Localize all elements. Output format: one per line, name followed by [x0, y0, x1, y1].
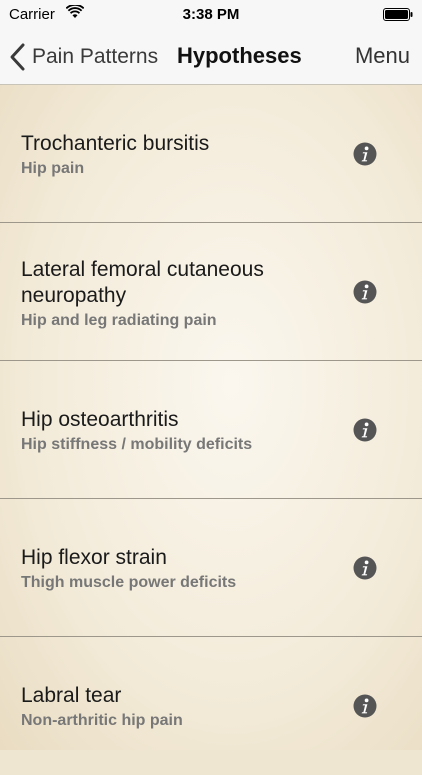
info-icon[interactable] [353, 694, 377, 718]
status-bar: Carrier 3:38 PM [0, 0, 422, 30]
list-item-title: Labral tear [21, 684, 122, 707]
list-item-subtitle: Hip pain [21, 160, 85, 177]
list-item-title: Trochanteric bursitis [21, 132, 210, 155]
back-button[interactable]: Pain Patterns [8, 40, 158, 74]
chevron-left-icon [10, 43, 25, 71]
list-item-subtitle: Hip and leg radiating pain [21, 312, 217, 329]
list-item-title: Hip flexor strain [21, 546, 167, 569]
page-title: Hypotheses [177, 43, 302, 68]
battery-icon [383, 8, 413, 21]
info-icon[interactable] [353, 418, 377, 442]
back-button-label: Pain Patterns [32, 45, 159, 68]
info-icon[interactable] [353, 280, 377, 304]
list-item[interactable]: Labral tear Non-arthritic hip pain [0, 637, 422, 775]
list-item[interactable]: Trochanteric bursitis Hip pain [0, 85, 422, 223]
list-item[interactable]: Hip osteoarthritis Hip stiffness / mobil… [0, 361, 422, 499]
list-item-subtitle: Non-arthritic hip pain [21, 712, 183, 729]
list-item-subtitle: Hip stiffness / mobility deficits [21, 436, 253, 453]
list-item[interactable]: Hip flexor strain Thigh muscle power def… [0, 499, 422, 637]
info-icon[interactable] [353, 142, 377, 166]
list-item-title: Lateral femoral cutaneous neuropathy [21, 258, 264, 307]
navigation-bar: Pain Patterns Hypotheses Menu [0, 30, 422, 85]
list-item-title: Hip osteoarthritis [21, 408, 179, 431]
info-icon[interactable] [353, 556, 377, 580]
list-item[interactable]: Lateral femoral cutaneous neuropathy Hip… [0, 223, 422, 361]
clock: 3:38 PM [182, 6, 240, 23]
hypotheses-list: Trochanteric bursitis Hip pain Lateral f… [0, 85, 422, 750]
menu-button[interactable]: Menu [355, 43, 410, 69]
list-item-subtitle: Thigh muscle power deficits [21, 574, 237, 591]
